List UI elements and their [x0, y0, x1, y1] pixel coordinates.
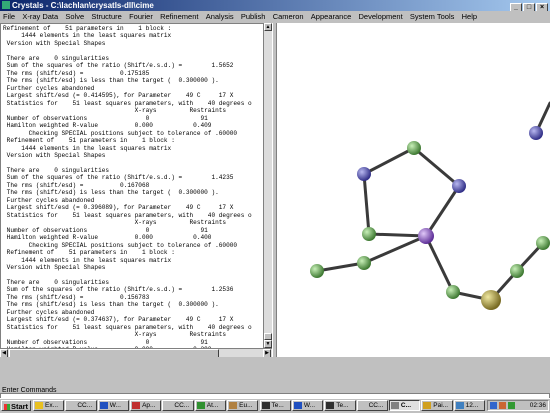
- atom-c[interactable]: [357, 256, 371, 270]
- task-app-icon: [196, 402, 205, 409]
- window-title: Crystals - C:\lachlan\crysatls-dll\cime: [12, 1, 154, 10]
- molecule-svg: [310, 101, 550, 310]
- output-text-pane[interactable]: Refinement of 51 parameters in 1 block :…: [0, 23, 264, 350]
- task-label: W...: [109, 402, 121, 409]
- taskbar-task-button[interactable]: Te...: [259, 400, 291, 411]
- taskbar-task-button[interactable]: Ex...: [33, 400, 65, 411]
- bond: [362, 234, 428, 265]
- task-label: CC...: [174, 402, 190, 409]
- menu-help[interactable]: Help: [462, 11, 477, 22]
- task-label: Ap...: [142, 402, 156, 409]
- task-app-icon: [261, 402, 270, 409]
- tray-network-icon[interactable]: [490, 402, 497, 409]
- menu-publish[interactable]: Publish: [241, 11, 266, 22]
- scroll-down-arrow-icon[interactable]: ▼: [264, 340, 272, 348]
- task-app-icon: [455, 402, 464, 409]
- menu-cameron[interactable]: Cameron: [273, 11, 304, 22]
- bond: [412, 146, 461, 188]
- task-label: Te...: [336, 402, 349, 409]
- task-label: Ex...: [45, 402, 59, 409]
- start-button[interactable]: Start: [1, 400, 31, 411]
- scroll-thumb[interactable]: [264, 333, 272, 340]
- vertical-scrollbar[interactable]: ▲ ▼: [263, 23, 272, 348]
- menu-system-tools[interactable]: System Tools: [410, 11, 454, 22]
- task-label: Eu...: [239, 402, 253, 409]
- menu-appearance[interactable]: Appearance: [311, 11, 351, 22]
- task-app-icon: [390, 402, 399, 409]
- bond: [315, 261, 366, 273]
- task-app-icon: [358, 402, 367, 409]
- atom-n[interactable]: [529, 126, 543, 140]
- clock: 02:36: [529, 402, 546, 409]
- task-label: W...: [303, 402, 316, 409]
- task-app-icon: [164, 402, 173, 409]
- atom-c[interactable]: [510, 264, 524, 278]
- task-label: CC...: [77, 402, 93, 409]
- atom-c[interactable]: [536, 236, 550, 250]
- taskbar-task-button[interactable]: At...: [194, 400, 227, 411]
- taskbar-task-button[interactable]: CC...: [356, 400, 388, 411]
- app-icon: [2, 1, 10, 9]
- menu-file[interactable]: File: [3, 11, 15, 22]
- task-app-icon: [99, 402, 108, 409]
- task-label: Pai...: [433, 402, 449, 409]
- atom-s[interactable]: [481, 290, 501, 310]
- refinement-log: Refinement of 51 parameters in 1 block :…: [3, 25, 252, 349]
- taskbar-task-button[interactable]: Ap...: [130, 400, 162, 411]
- menu-solve[interactable]: Solve: [65, 11, 84, 22]
- atom-n[interactable]: [357, 167, 371, 181]
- atom-c[interactable]: [310, 264, 324, 278]
- start-windows-icon: [3, 404, 10, 410]
- window-titlebar[interactable]: Crystals - C:\lachlan\crysatls-dll\cime …: [0, 0, 550, 13]
- task-app-icon: [132, 402, 141, 409]
- menu-structure[interactable]: Structure: [91, 11, 121, 22]
- menu-analysis[interactable]: Analysis: [206, 11, 234, 22]
- task-app-icon: [67, 402, 76, 409]
- menu-development[interactable]: Development: [358, 11, 402, 22]
- tray-volume-icon[interactable]: [499, 402, 506, 409]
- task-app-icon: [229, 402, 238, 409]
- taskbar: Start Ex... CC... W... Ap... CC... At... Eu...…: [0, 398, 550, 413]
- task-label: C...: [400, 402, 412, 409]
- atom-c[interactable]: [407, 141, 421, 155]
- menu-refinement[interactable]: Refinement: [160, 11, 198, 22]
- bond: [424, 184, 461, 238]
- task-label: CC...: [368, 402, 384, 409]
- scroll-up-arrow-icon[interactable]: ▲: [264, 23, 272, 31]
- taskbar-task-button[interactable]: C...: [388, 400, 421, 411]
- bond: [367, 232, 428, 238]
- task-label: At...: [206, 402, 219, 409]
- molecule-view[interactable]: [277, 23, 550, 357]
- start-label: Start: [10, 402, 29, 411]
- taskbar-task-button[interactable]: CC...: [65, 400, 97, 411]
- bond: [424, 234, 455, 294]
- task-app-icon: [423, 402, 432, 409]
- status-area: [0, 357, 550, 387]
- task-app-icon: [326, 402, 335, 409]
- task-app-icon: [293, 402, 302, 409]
- atoms: [310, 126, 550, 310]
- taskbar-task-button[interactable]: W...: [291, 400, 324, 411]
- menu-xray-data[interactable]: X-ray Data: [22, 11, 58, 22]
- atom-c[interactable]: [446, 285, 460, 299]
- task-label: Te...: [271, 402, 284, 409]
- taskbar-task-button[interactable]: Eu...: [227, 400, 259, 411]
- system-tray: 02:36: [487, 400, 549, 411]
- bond: [362, 172, 371, 236]
- task-label: 12...: [465, 402, 479, 409]
- taskbar-task-button[interactable]: Pai...: [421, 400, 453, 411]
- atom-metal[interactable]: [418, 228, 434, 244]
- taskbar-task-button[interactable]: W...: [97, 400, 130, 411]
- menu-bar: File X-ray Data Solve Structure Fourier …: [0, 11, 550, 22]
- bond: [362, 146, 416, 176]
- task-app-icon: [35, 402, 43, 409]
- taskbar-task-button[interactable]: Te...: [324, 400, 356, 411]
- taskbar-task-button[interactable]: CC...: [162, 400, 194, 411]
- taskbar-task-button[interactable]: 12...: [453, 400, 485, 411]
- atom-c[interactable]: [362, 227, 376, 241]
- tray-app-icon[interactable]: [508, 402, 515, 409]
- menu-fourier[interactable]: Fourier: [129, 11, 153, 22]
- atom-n[interactable]: [452, 179, 466, 193]
